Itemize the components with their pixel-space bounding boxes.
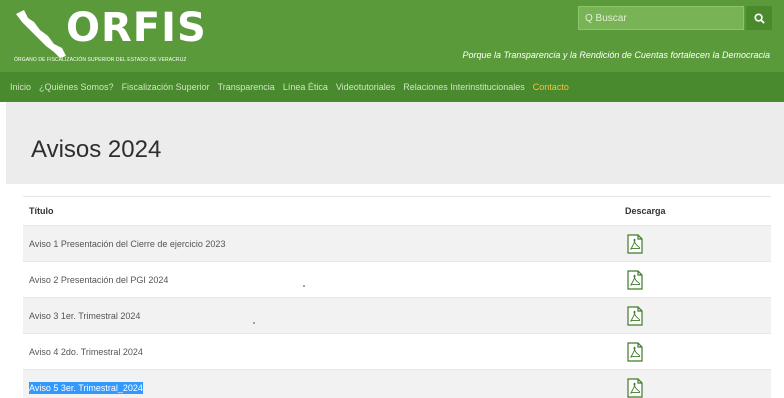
download-cell: [625, 269, 771, 290]
column-header-titulo: Título: [29, 206, 54, 216]
nav-item-videotutoriales[interactable]: Videotutoriales: [336, 82, 395, 92]
search-button[interactable]: [746, 6, 772, 30]
table-row: Aviso 2 Presentación del PGI 2024: [23, 262, 771, 298]
table-row: Aviso 1 Presentación del Cierre de ejerc…: [23, 226, 771, 262]
table-header: Título Descarga: [23, 196, 771, 226]
nav-item-linea-etica[interactable]: Línea Ética: [283, 82, 328, 92]
pdf-icon[interactable]: [627, 305, 643, 326]
selected-row-title: Aviso 5 3er. Trimestral_2024: [29, 381, 143, 394]
download-cell: [625, 305, 771, 326]
table-row: Aviso 4 2do. Trimestral 2024: [23, 334, 771, 370]
logo-wordmark: ORFIS: [66, 5, 207, 51]
stray-dot: [303, 285, 305, 287]
download-cell: [625, 341, 771, 362]
main-nav: Inicio ¿Quiénes Somos? Fiscalización Sup…: [0, 72, 784, 102]
site-header: ORFIS ÓRGANO DE FISCALIZACIÓN SUPERIOR D…: [0, 0, 784, 72]
row-title: Aviso 4 2do. Trimestral 2024: [29, 346, 143, 357]
table-row: Aviso 3 1er. Trimestral 2024: [23, 298, 771, 334]
search-box: [578, 6, 744, 30]
pdf-icon[interactable]: [627, 269, 643, 290]
nav-item-contacto[interactable]: Contacto: [533, 82, 569, 92]
site-tagline: Porque la Transparencia y la Rendición d…: [462, 50, 771, 60]
logo-subtitle: ÓRGANO DE FISCALIZACIÓN SUPERIOR DEL EST…: [14, 57, 187, 63]
row-title: Aviso 3 1er. Trimestral 2024: [29, 310, 141, 321]
pdf-icon[interactable]: [627, 341, 643, 362]
nav-item-inicio[interactable]: Inicio: [10, 82, 31, 92]
download-cell: [625, 377, 771, 398]
table-row: Aviso 5 3er. Trimestral_2024: [23, 370, 771, 398]
search-icon: [753, 12, 765, 24]
column-header-descarga: Descarga: [625, 206, 666, 216]
stray-dot: [253, 322, 255, 324]
avisos-table: Título Descarga Aviso 1 Presentación del…: [23, 196, 771, 398]
download-cell: [625, 233, 771, 254]
nav-item-relaciones-interinstitucionales[interactable]: Relaciones Interinstitucionales: [403, 82, 525, 92]
pdf-icon[interactable]: [627, 233, 643, 254]
pdf-icon[interactable]: [627, 377, 643, 398]
nav-item-quienes-somos[interactable]: ¿Quiénes Somos?: [39, 82, 114, 92]
row-title: Aviso 1 Presentación del Cierre de ejerc…: [29, 238, 226, 249]
page-title: Avisos 2024: [31, 136, 162, 163]
nav-item-fiscalizacion-superior[interactable]: Fiscalización Superior: [122, 82, 210, 92]
nav-item-transparencia[interactable]: Transparencia: [218, 82, 275, 92]
row-title: Aviso 2 Presentación del PGI 2024: [29, 274, 169, 285]
row-title: Aviso 5 3er. Trimestral_2024: [23, 381, 625, 394]
page-title-band: Avisos 2024: [6, 102, 784, 184]
search-input[interactable]: [579, 7, 743, 29]
orfis-logo[interactable]: ORFIS ÓRGANO DE FISCALIZACIÓN SUPERIOR D…: [14, 5, 214, 66]
